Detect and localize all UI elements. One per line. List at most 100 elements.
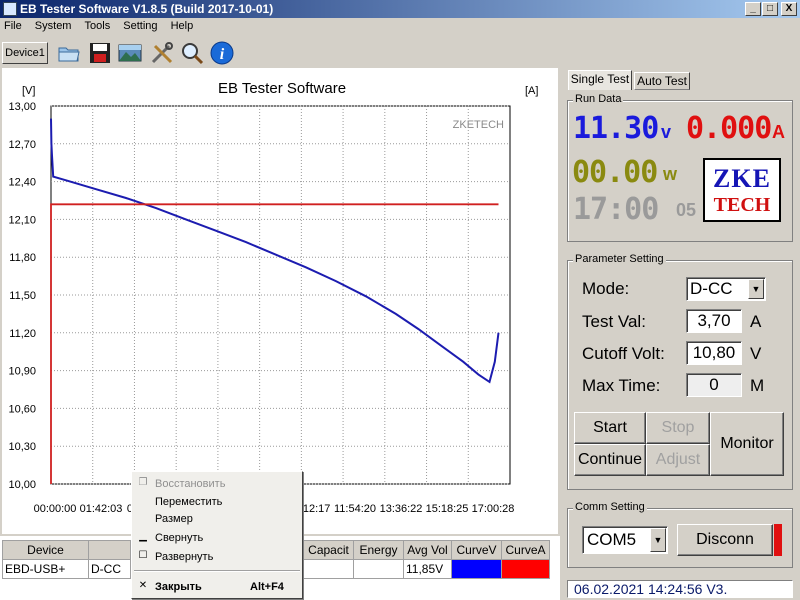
current-unit: A — [772, 122, 785, 142]
menu-help[interactable]: Help — [167, 18, 200, 32]
table-header[interactable]: CurveV — [451, 540, 502, 560]
y-tick-label: 10,30 — [8, 441, 36, 453]
max-time-unit: M — [750, 376, 765, 395]
current-display: 0.000 — [686, 111, 772, 146]
logo-text-bottom: TECH — [713, 194, 771, 216]
maximize-button[interactable]: □ — [762, 2, 778, 16]
chevron-down-icon[interactable]: ▼ — [650, 528, 666, 552]
logo-text-top: ZKE — [713, 164, 771, 193]
tab-single-test[interactable]: Single Test — [568, 70, 632, 90]
time-display: 17:00 — [573, 192, 659, 227]
menu-file[interactable]: File — [0, 18, 28, 32]
connection-status-indicator — [774, 524, 782, 556]
voltage-unit: v — [661, 122, 672, 142]
menu-item-shortcut: Alt+F4 — [250, 581, 284, 593]
y-tick-label: 12,40 — [8, 177, 36, 189]
close-button[interactable]: X — [781, 2, 797, 16]
monitor-button[interactable]: Monitor — [710, 412, 784, 476]
curve-a-color-cell[interactable] — [501, 559, 550, 579]
menu-item-label: Восстановить — [155, 478, 226, 490]
series-line-curvea — [50, 203, 499, 484]
stop-button[interactable]: Stop — [646, 412, 710, 444]
picture-icon[interactable] — [117, 40, 143, 66]
max-time-label: Max Time: — [582, 376, 661, 395]
title-bar[interactable]: EB Tester Software V1.8.5 (Build 2017-10… — [0, 0, 800, 18]
menu-item-label: Переместить — [155, 496, 223, 508]
menu-tools[interactable]: Tools — [81, 18, 117, 32]
time-seconds: 05 — [676, 200, 697, 220]
app-icon[interactable] — [3, 2, 17, 16]
table-header[interactable]: CurveA — [501, 540, 550, 560]
run-data-title: Run Data — [573, 93, 624, 105]
menu-item-close[interactable]: ✕ Закрыть Alt+F4 — [132, 578, 302, 596]
menu-item-label: Закрыть — [155, 581, 202, 593]
test-val-unit: A — [750, 312, 762, 331]
parameter-setting-title: Parameter Setting — [573, 253, 666, 265]
power-unit: w — [663, 164, 678, 184]
zke-tech-logo: ZKE TECH — [703, 158, 781, 222]
table-header[interactable]: Energy — [353, 540, 404, 560]
com-port-select[interactable]: COM5 ▼ — [582, 526, 668, 554]
menu-item-size[interactable]: Размер — [132, 510, 302, 528]
mode-label: Mode: — [582, 279, 630, 298]
close-icon: ✕ — [138, 580, 148, 591]
minimize-button[interactable]: _ — [745, 2, 761, 16]
y-axis-right-label: [A] — [525, 85, 538, 97]
max-time-input[interactable]: 0 — [686, 373, 742, 397]
chevron-down-icon[interactable]: ▼ — [748, 279, 764, 299]
y-tick-label: 11,50 — [9, 290, 36, 302]
menu-setting[interactable]: Setting — [119, 18, 163, 32]
maximize-icon: ☐ — [138, 550, 148, 561]
disconnect-button[interactable]: Disconn — [677, 524, 773, 556]
chart-title: EB Tester Software — [218, 80, 346, 97]
table-cell — [303, 559, 354, 579]
table-header[interactable]: Capacit — [303, 540, 354, 560]
com-port-value: COM5 — [587, 530, 637, 549]
x-tick-label: 15:18:25 — [426, 503, 469, 515]
x-tick-label: 11:54:20 — [334, 503, 376, 515]
table-header[interactable]: Device — [2, 540, 89, 560]
power-display: 00.00 — [572, 155, 658, 190]
toolbar: Device1 i — [0, 36, 800, 68]
menu-item-restore[interactable]: ❐ Восстановить — [132, 475, 302, 493]
start-button[interactable]: Start — [574, 412, 646, 444]
x-tick-label: 01:42:03 — [80, 503, 123, 515]
series-line-curvev — [50, 118, 500, 384]
window-title: EB Tester Software V1.8.5 (Build 2017-10… — [20, 2, 274, 16]
mode-select[interactable]: D-CC ▼ — [686, 277, 766, 301]
mode-select-value: D-CC — [690, 279, 733, 298]
voltage-display: 11.30 — [573, 111, 659, 146]
comm-setting-title: Comm Setting — [573, 501, 647, 513]
zoom-icon[interactable] — [179, 40, 205, 66]
table-cell — [353, 559, 404, 579]
table-header[interactable]: Avg Vol — [403, 540, 452, 560]
adjust-button[interactable]: Adjust — [646, 444, 710, 476]
x-tick-label: 17:00:28 — [472, 503, 515, 515]
voltage-chart[interactable]: EB Tester Software [V] [A] ZKETECH 13,00… — [2, 68, 558, 534]
save-icon[interactable] — [87, 40, 113, 66]
chart-watermark: ZKETECH — [453, 119, 504, 131]
menu-system[interactable]: System — [31, 18, 78, 32]
table-header[interactable] — [88, 540, 131, 560]
curve-v-color-cell[interactable] — [451, 559, 502, 579]
cutoff-volt-input[interactable]: 10,80 — [686, 341, 742, 365]
menu-item-maximize[interactable]: ☐ Развернуть — [132, 548, 302, 566]
device-tab[interactable]: Device1 — [2, 42, 48, 64]
continue-button[interactable]: Continue — [574, 444, 646, 476]
x-tick-label: 00:00:00 — [34, 503, 77, 515]
y-tick-label: 11,80 — [9, 252, 36, 264]
tools-icon[interactable] — [149, 40, 175, 66]
test-val-input[interactable]: 3,70 — [686, 309, 742, 333]
menu-item-minimize[interactable]: ▁ Свернуть — [132, 529, 302, 547]
tab-auto-test[interactable]: Auto Test — [634, 72, 690, 90]
minimize-icon: ▁ — [139, 531, 147, 542]
table-cell: EBD-USB+ — [2, 559, 89, 579]
y-axis-left-label: [V] — [22, 85, 35, 97]
menu-item-move[interactable]: Переместить — [132, 493, 302, 511]
y-tick-label: 12,70 — [8, 139, 36, 151]
open-icon[interactable] — [56, 40, 82, 66]
chart-panel[interactable]: EB Tester Software [V] [A] ZKETECH 13,00… — [2, 68, 558, 534]
info-icon[interactable]: i — [209, 40, 235, 66]
y-tick-label: 12,10 — [8, 214, 36, 226]
menu-item-label: Свернуть — [155, 532, 204, 544]
